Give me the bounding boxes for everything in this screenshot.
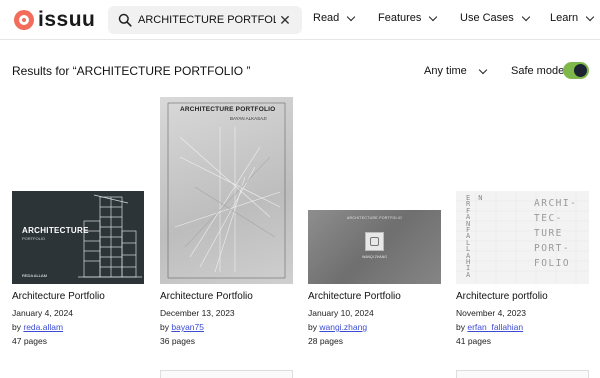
page-count: 36 pages [160, 336, 195, 346]
card-author-line: by wangi.zhang [308, 322, 367, 332]
card-author-line: by erfan_fallahian [456, 322, 523, 332]
search-input[interactable] [138, 10, 276, 30]
nav-use-cases-label: Use Cases [460, 12, 514, 24]
results-heading: Results for “ARCHITECTURE PORTFOLIO ” [12, 64, 251, 78]
card-date: January 4, 2024 [12, 308, 73, 318]
card-date: December 13, 2023 [160, 308, 235, 318]
card-title[interactable]: Architecture portfolio [456, 291, 548, 302]
card-title[interactable]: Architecture Portfolio [308, 291, 401, 302]
cover-title: ARCHITECTURE PORTFOLIO [180, 106, 276, 113]
safe-mode-label: Safe mode [511, 65, 565, 77]
nav-features[interactable]: Features [378, 12, 438, 24]
card-author-line: by reda.allam [12, 322, 63, 332]
nav-features-label: Features [378, 12, 422, 24]
card-title[interactable]: Architecture Portfolio [12, 291, 105, 302]
author-link[interactable]: erfan_fallahian [467, 322, 523, 332]
nav-learn[interactable]: Learn [550, 12, 595, 24]
nav-read[interactable]: Read [313, 12, 356, 24]
chevron-down-icon [521, 12, 531, 21]
card-date: January 10, 2024 [308, 308, 374, 318]
search-icon[interactable] [118, 13, 132, 27]
nav-use-cases[interactable]: Use Cases [460, 12, 531, 24]
publication-cover[interactable]: ARCHITECTURE PORTFOLIO WANQI ZHANG [308, 210, 441, 284]
card-date: November 4, 2023 [456, 308, 526, 318]
cover-author: WANQI ZHANG [362, 255, 387, 259]
chevron-down-icon [478, 65, 488, 74]
publication-cover[interactable]: E R F A N F A L L A H I A N ARCHI- TEC- … [456, 191, 589, 284]
nav-read-label: Read [313, 12, 340, 24]
cover-subtitle: PORTFOLIO [22, 236, 46, 241]
time-filter-label: Any time [424, 65, 467, 77]
issuu-logo-icon [14, 10, 34, 30]
cover-title: ARCHITECTURE PORTFOLIO [346, 216, 403, 220]
clear-search-icon[interactable]: ✕ [276, 11, 294, 29]
cover-author: REDA ALLAM [22, 273, 47, 278]
safe-mode-toggle[interactable] [563, 62, 589, 79]
chevron-down-icon [585, 12, 595, 21]
cover-emblem-icon [365, 232, 384, 251]
author-link[interactable]: bayan75 [171, 322, 204, 332]
publication-cover[interactable]: ARCHITECTURE PORTFOLIO BAYAN ALKASAJI [160, 97, 293, 284]
issuu-logo[interactable]: issuu [14, 8, 96, 31]
publication-cover[interactable]: ARCHITECTURE PORTFOLIO REDA ALLAM [12, 191, 144, 284]
abstract-architecture-image [167, 102, 286, 279]
author-link[interactable]: reda.allam [23, 322, 63, 332]
cover-author: BAYAN ALKASAJI [230, 116, 267, 121]
card-author-line: by bayan75 [160, 322, 204, 332]
time-filter-dropdown[interactable]: Any time [424, 65, 488, 77]
by-label: by [12, 322, 21, 332]
page-count: 47 pages [12, 336, 47, 346]
nav-learn-label: Learn [550, 12, 579, 24]
page-count: 41 pages [456, 336, 491, 346]
by-label: by [160, 322, 169, 332]
chevron-down-icon [429, 12, 438, 21]
publication-cover-partial[interactable] [160, 370, 293, 378]
page-count: 28 pages [308, 336, 343, 346]
author-link[interactable]: wangi.zhang [319, 322, 367, 332]
card-title[interactable]: Architecture Portfolio [160, 291, 253, 302]
logo-text: issuu [38, 8, 96, 31]
cover-title: ARCHI- TEC- TURE PORT- FOLIO [534, 198, 578, 269]
cover-vertical-name: E R F A N F A L L A H I A N [466, 194, 483, 279]
toggle-knob [574, 64, 587, 77]
by-label: by [456, 322, 465, 332]
by-label: by [308, 322, 317, 332]
top-navbar: issuu ✕ Read Features Use Cases Learn [0, 0, 600, 40]
search-bar: ✕ [108, 6, 302, 34]
cover-title: ARCHITECTURE [22, 226, 89, 235]
publication-cover-partial[interactable] [456, 370, 589, 378]
chevron-down-icon [347, 12, 356, 21]
